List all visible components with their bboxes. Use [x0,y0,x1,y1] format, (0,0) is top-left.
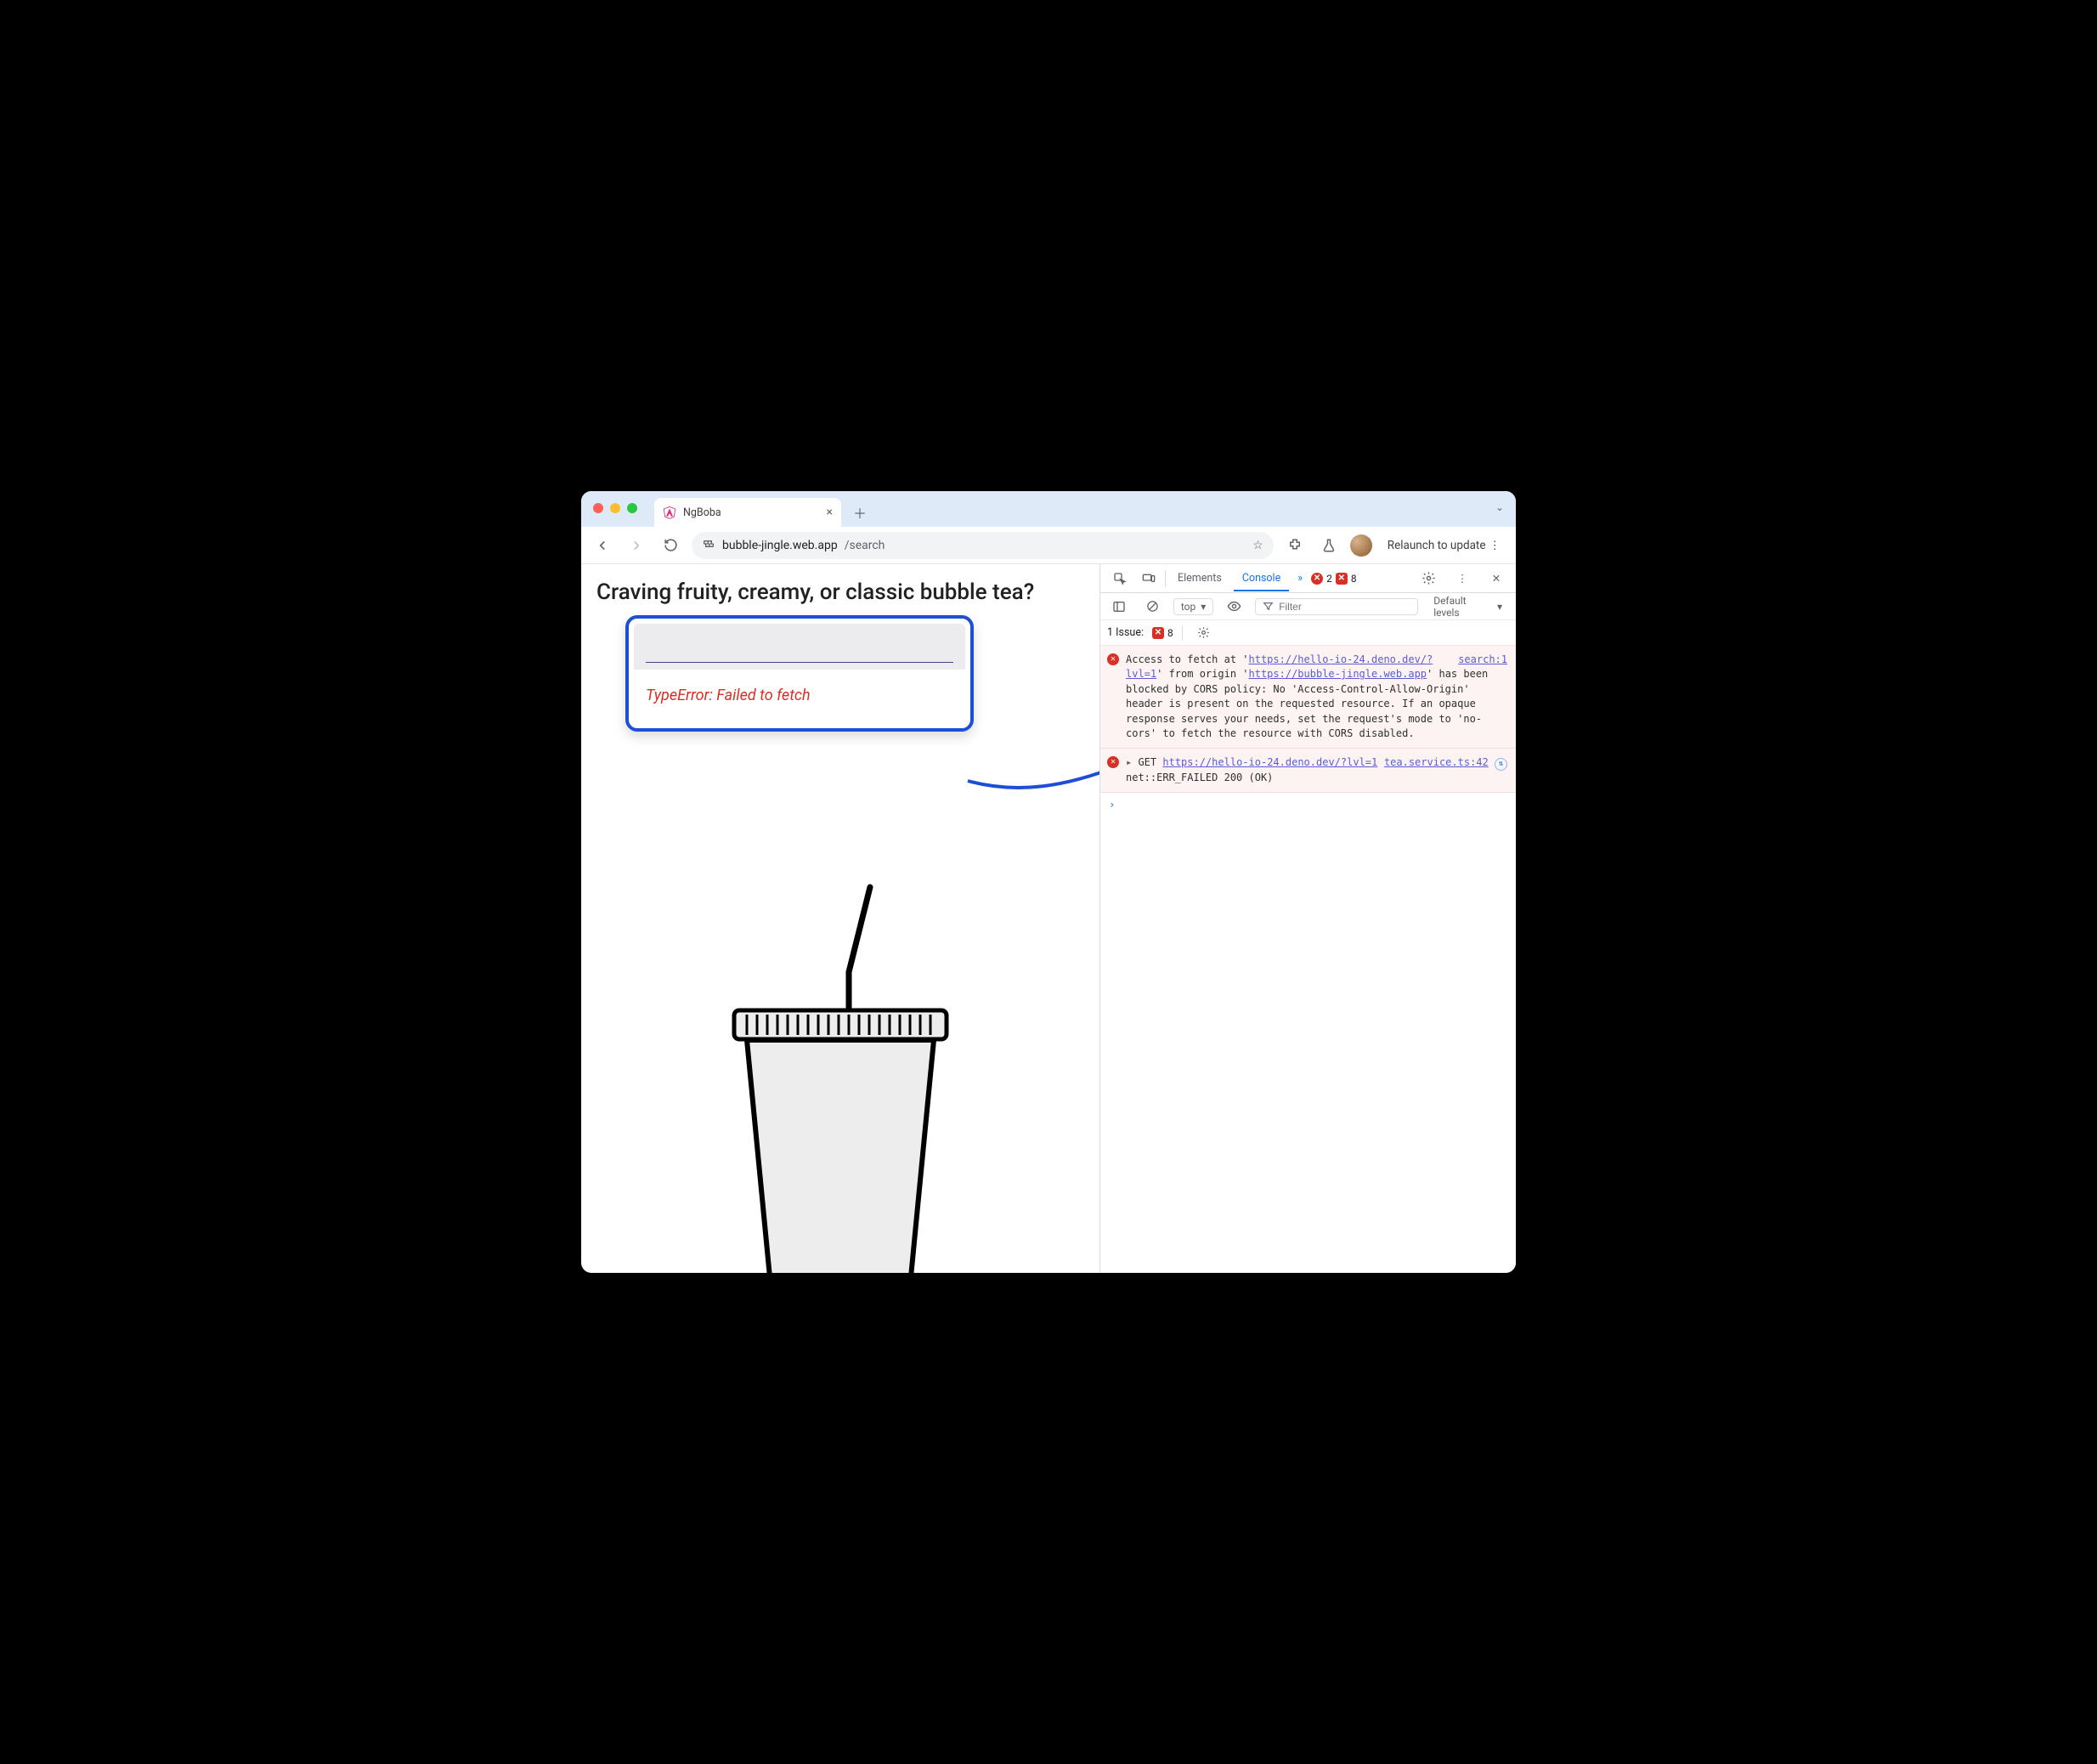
error-icon: ✕ [1107,653,1119,665]
tabs-overflow-icon[interactable]: » [1292,572,1308,585]
labs-flask-icon[interactable] [1316,533,1342,558]
tab-console[interactable]: Console [1234,565,1289,591]
failed-request-url[interactable]: https://hello-io-24.deno.dev/?lvl=1 [1162,756,1377,768]
maximize-window-button[interactable] [627,503,637,513]
console-error-message: ✕ tea.service.ts:42 ⇅ ▸ GET https://hell… [1100,749,1516,793]
url-host: bubble-jingle.web.app [722,539,838,552]
source-link[interactable]: tea.service.ts:42 [1384,756,1489,768]
cors-origin-url[interactable]: https://bubble-jingle.web.app [1249,668,1427,680]
tab-strip: NgBoba × ＋ ⌄ [581,491,1516,527]
errors-count-badge[interactable]: ✕2 [1311,573,1332,585]
back-button[interactable] [590,533,615,558]
address-bar[interactable]: bubble-jingle.web.app/search ☆ [692,532,1274,559]
url-path: /search [845,539,885,552]
bookmark-star-icon[interactable]: ☆ [1252,539,1263,552]
filter-input[interactable] [1279,601,1410,613]
relaunch-button[interactable]: Relaunch to update ⋮ [1381,534,1507,557]
console-error-message: ✕ search:1 Access to fetch at 'https://h… [1100,646,1516,749]
console-messages: ✕ search:1 Access to fetch at 'https://h… [1100,646,1516,1273]
devtools-settings-gear-icon[interactable] [1416,566,1441,591]
devtools-panel: Elements Console » ✕2 ✕8 ⋮ ✕ [1099,564,1516,1273]
kebab-menu-icon[interactable]: ⋮ [1489,539,1501,552]
console-toolbar: top▾ Default levels ▾ [1100,593,1516,620]
page-content: Craving fruity, creamy, or classic bubbl… [581,564,1099,1273]
relaunch-label: Relaunch to update [1388,539,1486,552]
log-levels-selector[interactable]: Default levels ▾ [1427,593,1509,620]
issues-label: 1 Issue: [1107,626,1144,639]
live-expression-eye-icon[interactable] [1222,594,1246,619]
console-sidebar-toggle-icon[interactable] [1107,594,1132,619]
browser-tab[interactable]: NgBoba × [654,498,841,527]
issues-count-badge[interactable]: ✕8 [1336,573,1357,585]
minimize-window-button[interactable] [610,503,620,513]
page-heading: Craving fruity, creamy, or classic bubbl… [596,580,1084,605]
filter-funnel-icon [1263,601,1274,612]
window-menu-button[interactable]: ⌄ [1495,501,1504,513]
close-window-button[interactable] [593,503,603,513]
disclosure-triangle-icon[interactable]: ▸ [1126,756,1138,768]
issues-bar-badge[interactable]: ✕8 [1152,627,1173,639]
console-prompt[interactable]: › [1100,793,1516,816]
console-filter[interactable] [1255,598,1418,615]
chevron-down-icon: ▾ [1201,601,1206,613]
issues-bar: 1 Issue: ✕8 [1100,620,1516,646]
forward-button[interactable] [624,533,649,558]
browser-toolbar: bubble-jingle.web.app/search ☆ Relaunch … [581,527,1516,564]
issues-settings-gear-icon[interactable] [1191,620,1217,646]
window-controls [593,503,637,513]
site-settings-icon[interactable] [702,537,715,554]
message-source: tea.service.ts:42 ⇅ [1384,755,1507,771]
source-link[interactable]: search:1 [1458,653,1507,665]
chevron-down-icon: ▾ [1497,601,1502,613]
error-icon: ✕ [1107,756,1119,768]
devtools-tabstrip: Elements Console » ✕2 ✕8 ⋮ ✕ [1100,564,1516,593]
search-input-wrap [634,624,965,670]
angular-favicon-icon [663,506,676,519]
close-tab-button[interactable]: × [827,506,833,519]
clear-console-icon[interactable] [1140,594,1165,619]
search-card-highlight: TypeError: Failed to fetch [625,615,974,732]
message-source: search:1 [1458,653,1507,667]
boba-cup-illustration [700,879,972,1273]
inspect-element-icon[interactable] [1107,566,1133,591]
new-tab-button[interactable]: ＋ [848,500,872,524]
xhr-badge-icon: ⇅ [1495,758,1507,771]
search-input[interactable] [646,641,953,663]
context-selector[interactable]: top▾ [1173,598,1213,615]
devtools-close-icon[interactable]: ✕ [1484,566,1509,591]
browser-window: NgBoba × ＋ ⌄ bubble-jingle.web.app/searc… [581,491,1516,1273]
tab-elements[interactable]: Elements [1169,565,1230,591]
content-split: Craving fruity, creamy, or classic bubbl… [581,564,1516,1273]
error-message: TypeError: Failed to fetch [634,670,965,723]
extensions-icon[interactable] [1282,533,1308,558]
reload-button[interactable] [658,533,683,558]
annotation-arrow [964,734,1099,811]
tab-title: NgBoba [683,506,721,519]
device-toolbar-icon[interactable] [1136,566,1162,591]
devtools-kebab-icon[interactable]: ⋮ [1450,566,1475,591]
profile-avatar[interactable] [1350,534,1372,557]
